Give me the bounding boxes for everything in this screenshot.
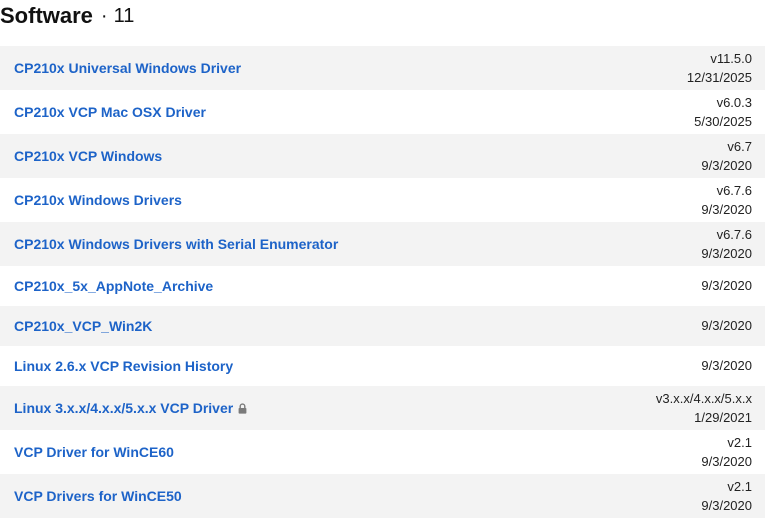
item-meta: v6.7.6 9/3/2020 [701,181,752,220]
item-meta: v6.7 9/3/2020 [701,137,752,176]
list-item: CP210x_5x_AppNote_Archive 9/3/2020 [0,266,765,306]
item-date: 9/3/2020 [701,246,752,261]
software-link[interactable]: CP210x_VCP_Win2K [14,318,152,334]
item-version: v6.7.6 [716,226,752,242]
item-version: v2.1 [727,434,752,450]
software-link[interactable]: VCP Drivers for WinCE50 [14,488,182,504]
title-separator: · [100,4,108,27]
item-date: 9/3/2020 [701,318,752,334]
software-link[interactable]: VCP Driver for WinCE60 [14,444,174,460]
software-link[interactable]: CP210x VCP Mac OSX Driver [14,104,206,120]
list-item: CP210x VCP Windows v6.7 9/3/2020 [0,134,765,178]
item-meta: v6.0.3 5/30/2025 [694,93,752,132]
software-link[interactable]: CP210x_5x_AppNote_Archive [14,278,213,294]
software-link[interactable]: CP210x Windows Drivers [14,192,182,208]
software-link-label: Linux 3.x.x/4.x.x/5.x.x VCP Driver [14,400,234,416]
item-meta: v2.1 9/3/2020 [701,477,752,516]
item-version: v6.7.6 [716,182,752,198]
software-link[interactable]: CP210x Windows Drivers with Serial Enume… [14,236,338,252]
item-version: v6.0.3 [716,94,752,110]
item-version: v2.1 [727,478,752,494]
item-meta: v3.x.x/4.x.x/5.x.x 1/29/2021 [656,389,752,428]
software-list: CP210x Universal Windows Driver v11.5.0 … [0,46,765,518]
item-date: 9/3/2020 [701,278,752,294]
item-version: v6.7 [727,138,752,154]
item-date: 5/30/2025 [694,114,752,129]
software-link[interactable]: Linux 3.x.x/4.x.x/5.x.x VCP Driver [14,400,247,416]
section-header: Software · 11 [0,0,134,32]
item-meta: v6.7.6 9/3/2020 [701,225,752,264]
list-item: CP210x Windows Drivers v6.7.6 9/3/2020 [0,178,765,222]
list-item: VCP Drivers for WinCE50 v2.1 9/3/2020 [0,474,765,518]
lock-icon [238,402,247,414]
section-title: Software [0,3,93,28]
software-link[interactable]: CP210x Universal Windows Driver [14,60,241,76]
item-date: 9/3/2020 [701,454,752,469]
list-item: Linux 2.6.x VCP Revision History 9/3/202… [0,346,765,386]
item-version: v3.x.x/4.x.x/5.x.x [655,390,752,406]
list-item: CP210x_VCP_Win2K 9/3/2020 [0,306,765,346]
item-meta: 9/3/2020 [701,356,752,376]
item-date: 9/3/2020 [701,158,752,173]
list-item: CP210x Windows Drivers with Serial Enume… [0,222,765,266]
item-meta: v11.5.0 12/31/2025 [687,49,752,88]
item-date: 12/31/2025 [686,70,752,85]
item-meta: 9/3/2020 [701,276,752,296]
item-date: 1/29/2021 [694,410,752,425]
list-item: VCP Driver for WinCE60 v2.1 9/3/2020 [0,430,765,474]
item-meta: 9/3/2020 [701,316,752,336]
item-date: 9/3/2020 [701,202,752,217]
item-count: 11 [113,4,135,27]
item-version: v11.5.0 [710,50,752,66]
software-link[interactable]: CP210x VCP Windows [14,148,162,164]
item-meta: v2.1 9/3/2020 [701,433,752,472]
software-link[interactable]: Linux 2.6.x VCP Revision History [14,358,233,374]
list-item: CP210x Universal Windows Driver v11.5.0 … [0,46,765,90]
list-item: CP210x VCP Mac OSX Driver v6.0.3 5/30/20… [0,90,765,134]
list-item: Linux 3.x.x/4.x.x/5.x.x VCP Driver v3.x.… [0,386,765,430]
item-date: 9/3/2020 [701,498,752,513]
item-date: 9/3/2020 [701,358,752,374]
